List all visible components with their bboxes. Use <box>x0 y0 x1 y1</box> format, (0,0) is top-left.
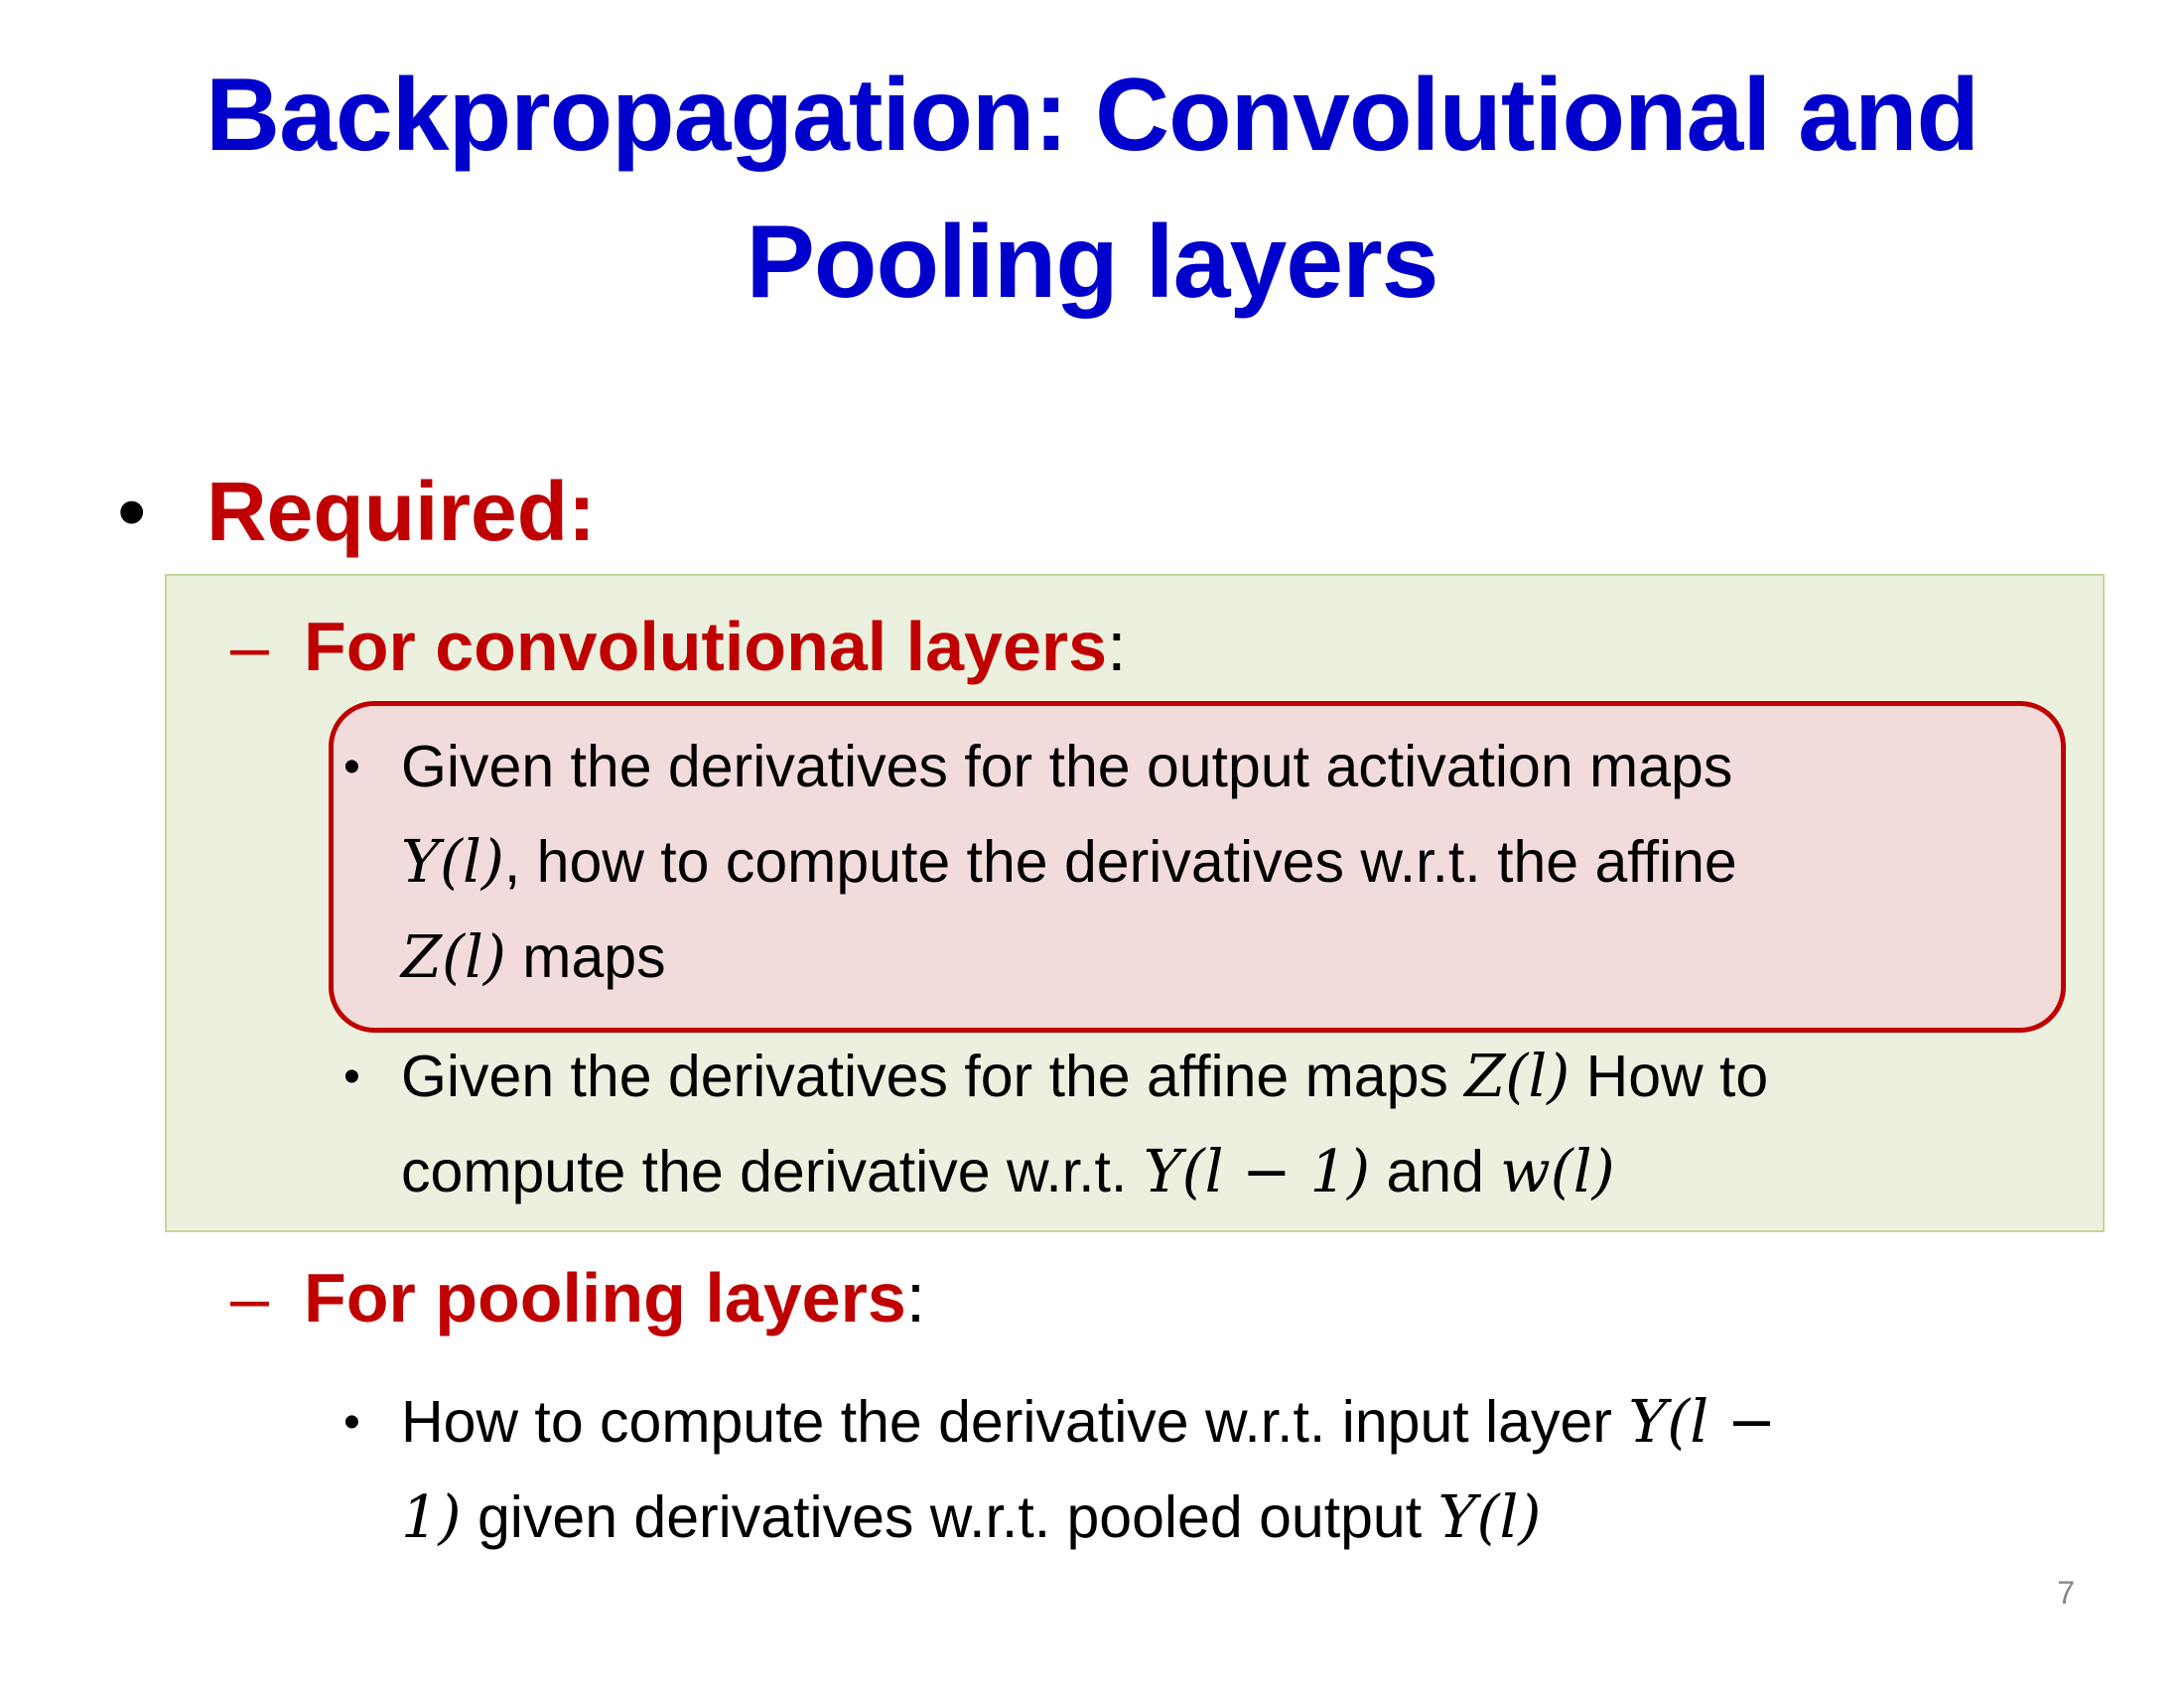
dash-icon: – <box>230 608 269 685</box>
pool-item-1-line-1: • How to compute the derivative w.r.t. in… <box>343 1374 1776 1471</box>
conv-item-2-line-1: • Given the derivatives for the affine ma… <box>343 1029 1768 1125</box>
math-w-l: w(l) <box>1500 1137 1615 1205</box>
math-z-l: Z(l) <box>1464 1042 1570 1110</box>
math-y-l: Y(l) <box>401 827 504 896</box>
conv-heading: – For convolutional layers: <box>230 602 1127 691</box>
pool-item-1-line-2: 1) given derivatives w.r.t. pooled outpu… <box>401 1470 1541 1565</box>
pool-item-1-text-2: given derivatives w.r.t. pooled output <box>461 1484 1438 1550</box>
conv-item-2-text-2: compute the derivative w.r.t. <box>401 1139 1144 1204</box>
pool-heading-label: For pooling layers <box>304 1259 906 1336</box>
math-y-l: Y(l) <box>1437 1482 1542 1551</box>
math-y-l-minus-1: Y(l − 1) <box>1143 1137 1371 1205</box>
dash-icon: – <box>230 1259 269 1336</box>
conv-item-2-line-2: compute the derivative w.r.t. Y(l − 1) a… <box>401 1124 1615 1219</box>
math-one-paren: 1) <box>401 1482 462 1551</box>
bullet-icon: • <box>343 1396 360 1449</box>
conv-item-2-text: Given the derivatives for the affine map… <box>401 1044 1465 1109</box>
pool-heading-suffix: : <box>905 1259 926 1336</box>
conv-item-1-text-3: maps <box>505 924 666 990</box>
slide-title-line-1: Backpropagation: Convolutional and <box>205 58 1979 173</box>
conv-heading-suffix: : <box>1107 608 1127 685</box>
page-number: 7 <box>2057 1575 2075 1611</box>
bullet-icon: • <box>343 741 360 793</box>
conv-heading-label: For convolutional layers <box>304 608 1108 685</box>
math-y-l-minus: Y(l − <box>1628 1387 1777 1456</box>
pool-heading: – For pooling layers: <box>230 1253 925 1342</box>
conv-item-1-line-1: • Given the derivatives for the output ac… <box>343 719 1732 815</box>
required-label: Required: <box>206 465 597 558</box>
math-z-l: Z(l) <box>401 922 506 991</box>
slide-title-line-2: Pooling layers <box>746 205 1439 320</box>
bullet-icon: • <box>117 465 147 558</box>
pool-item-1-text: How to compute the derivative w.r.t. inp… <box>401 1389 1629 1455</box>
conv-item-1-text-2: , how to compute the derivatives w.r.t. … <box>503 829 1737 895</box>
conv-item-1-line-2: Y(l), how to compute the derivatives w.r… <box>401 814 1737 910</box>
conv-item-2-and: and <box>1370 1139 1501 1204</box>
conv-item-2-tail: How to <box>1570 1044 1769 1109</box>
bullet-icon: • <box>343 1051 360 1103</box>
conv-item-1-line-3: Z(l) maps <box>401 910 666 1005</box>
conv-item-1-text: Given the derivatives for the output act… <box>401 734 1733 799</box>
required-bullet: • Required: <box>117 462 596 561</box>
